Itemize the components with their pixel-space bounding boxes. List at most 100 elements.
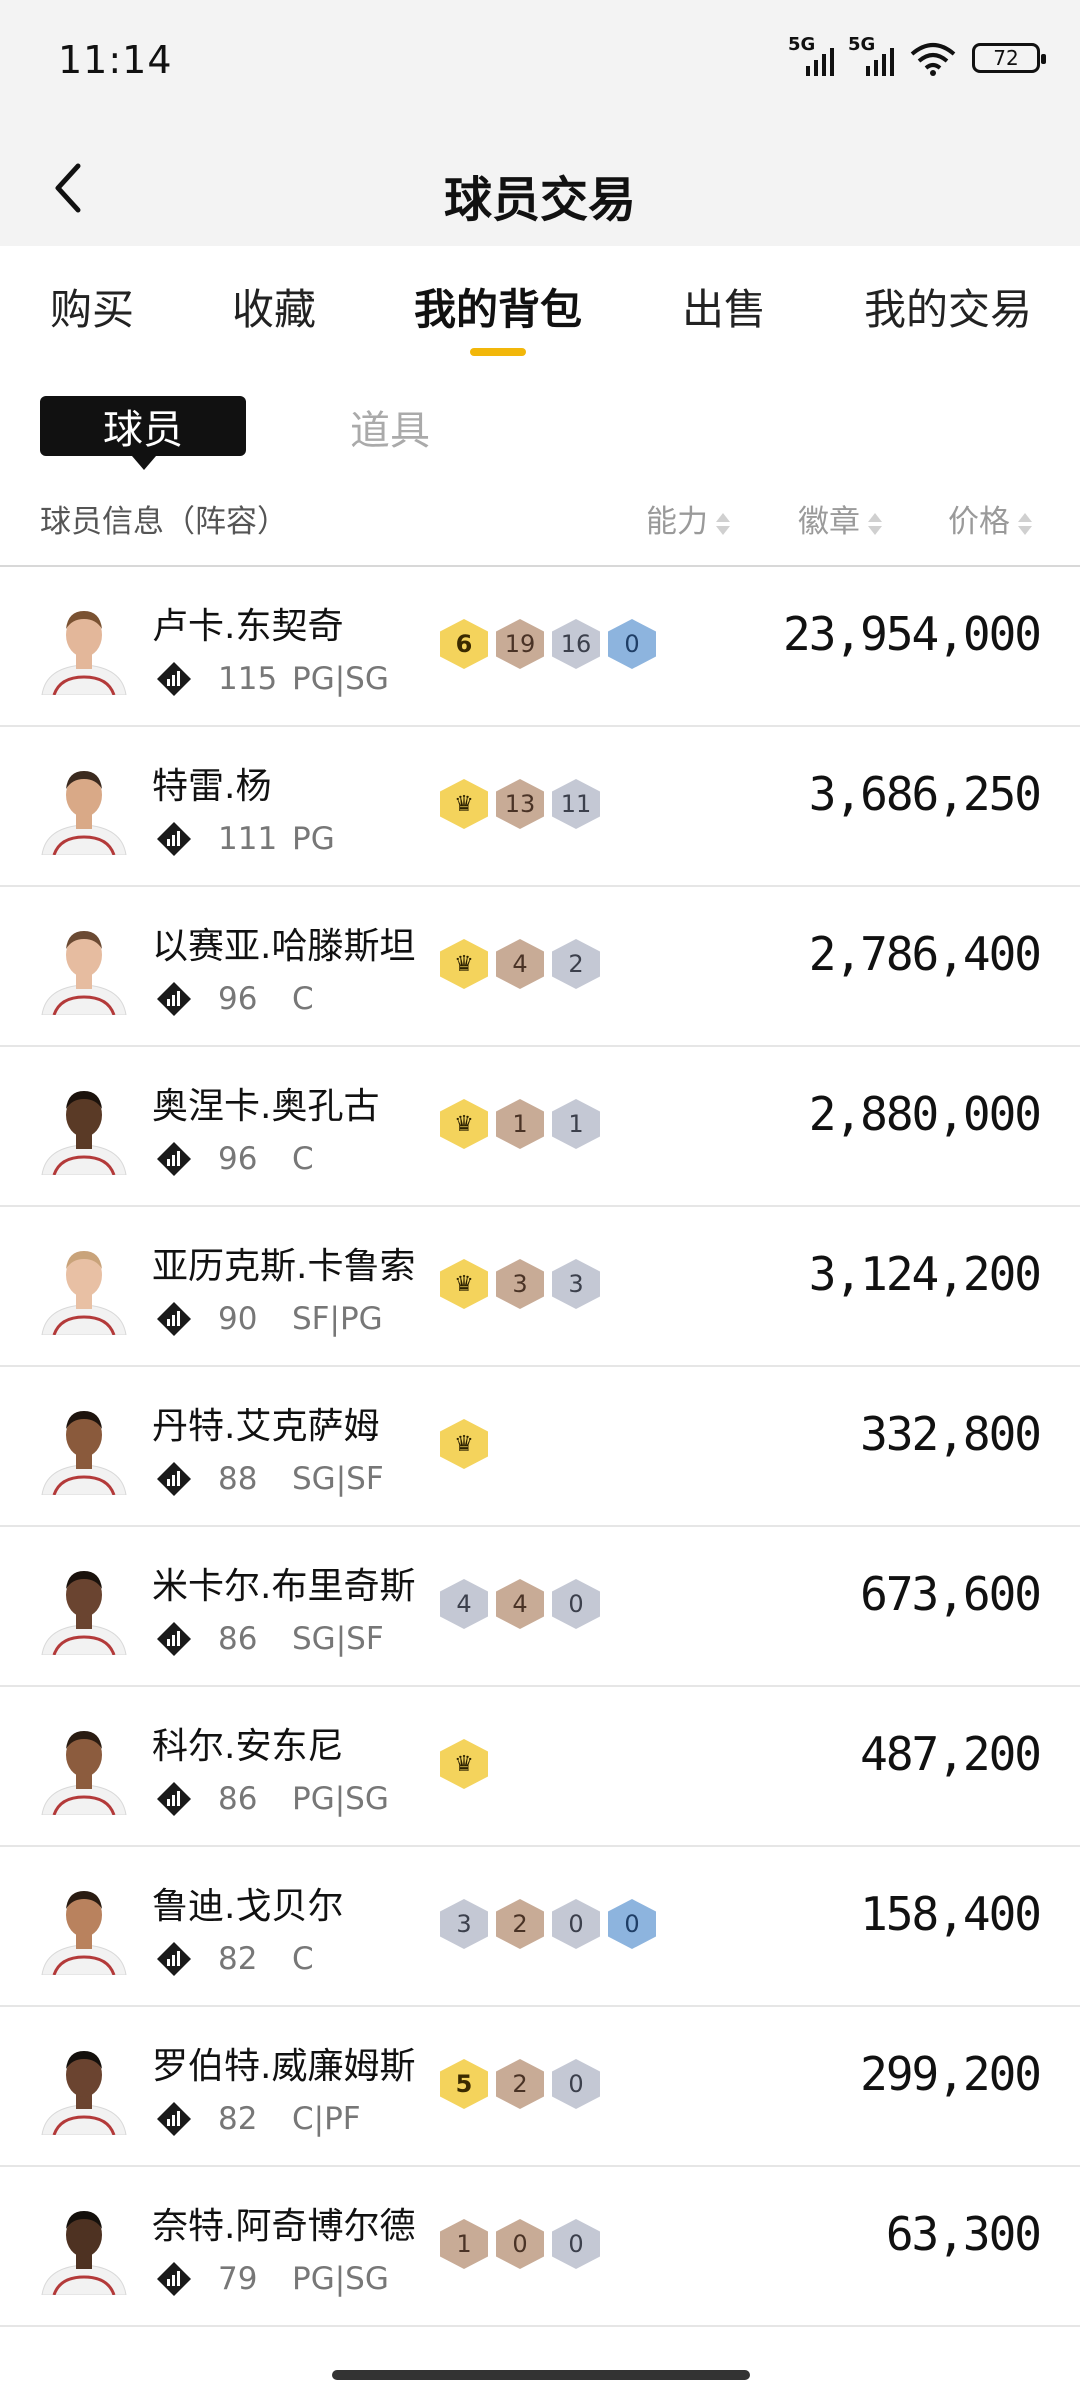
player-row[interactable]: 科尔.安东尼 86 PG|SG ♛ 487,200 [0,1687,1080,1847]
player-avatar [41,1571,127,1655]
player-avatar [41,2211,127,2295]
rating-diamond-icon [157,2262,191,2296]
player-row[interactable]: 卢卡.东契奇 115 PG|SG 6 19 16 0 23,954,000 [0,567,1080,727]
app-header: 球员交易 [0,128,1080,246]
player-position: PG|SG [292,2261,389,2297]
player-row[interactable]: 亚历克斯.卡鲁索 90 SF|PG ♛ 3 3 3,124,200 [0,1207,1080,1367]
player-position: C [292,1941,314,1977]
player-position: SG|SF [292,1461,384,1497]
rating-diamond-icon [157,1622,191,1656]
player-row[interactable]: 奈特.阿奇博尔德 79 PG|SG 1 0 0 63,300 [0,2167,1080,2327]
sort-icon [1018,511,1032,537]
home-indicator[interactable] [332,2370,750,2380]
player-price: 673,600 [860,1567,1042,1621]
player-overall: 96 [218,1141,258,1177]
badge-bronze: 13 [496,779,544,829]
subtab-items[interactable]: 道具 [350,398,430,456]
crown-badge-icon: ♛ [440,1259,488,1309]
active-tab-indicator [470,348,526,356]
badge-bronze: 3 [496,1259,544,1309]
player-name: 科尔.安东尼 [152,1726,344,1767]
player-position: PG|SG [292,661,389,697]
player-avatar [41,1731,127,1815]
player-badges: ♛ [440,1739,488,1789]
tab-favorites[interactable]: 收藏 [232,276,316,337]
player-price: 2,880,000 [808,1087,1042,1141]
status-time: 11:14 [58,38,173,82]
player-price: 3,686,250 [808,767,1042,821]
column-player-info: 球员信息（阵容） [40,504,288,540]
player-price: 158,400 [860,1887,1042,1941]
player-row[interactable]: 丹特.艾克萨姆 88 SG|SF ♛ 332,800 [0,1367,1080,1527]
badge-bronze: 1 [440,2219,488,2269]
badge-silver: 2 [552,939,600,989]
sort-price-label: 价格 [948,504,1010,540]
player-price: 2,786,400 [808,927,1042,981]
tab-my-trades[interactable]: 我的交易 [864,276,1032,337]
player-position: C [292,981,314,1017]
rating-diamond-icon [157,1302,191,1336]
player-avatar [41,1251,127,1335]
player-overall: 111 [218,821,278,857]
player-name: 罗伯特.威廉姆斯 [152,2046,416,2087]
sort-ability-label: 能力 [646,504,708,540]
player-name: 奈特.阿奇博尔德 [152,2206,416,2247]
player-badges: 100 [440,2219,600,2269]
player-overall: 88 [218,1461,258,1497]
player-overall: 86 [218,1781,258,1817]
badge-silver: 0 [552,1899,600,1949]
status-icons: 5G 5G 72 [788,34,1046,76]
status-bar: 11:14 5G 5G 72 [0,0,1080,128]
player-price: 487,200 [860,1727,1042,1781]
player-position: C [292,1141,314,1177]
badge-bronze: 1 [496,1099,544,1149]
player-name: 以赛亚.哈滕斯坦 [152,926,416,967]
player-badges: 3200 [440,1899,656,1949]
player-name: 奥涅卡.奥孔古 [152,1086,380,1127]
player-avatar [41,2051,127,2135]
player-name: 米卡尔.布里奇斯 [152,1566,416,1607]
player-row[interactable]: 以赛亚.哈滕斯坦 96 C ♛ 4 2 2,786,400 [0,887,1080,1047]
player-avatar [41,931,127,1015]
sort-badges[interactable]: 徽章 [798,496,882,541]
rating-diamond-icon [157,1462,191,1496]
player-row[interactable]: 特雷.杨 111 PG ♛ 13 11 3,686,250 [0,727,1080,887]
badge-silver: 0 [552,2059,600,2109]
player-row[interactable]: 罗伯特.威廉姆斯 82 C|PF 5 2 0 299,200 [0,2007,1080,2167]
player-name: 亚历克斯.卡鲁索 [152,1246,416,1287]
network-type-label: 5G [788,34,816,55]
player-overall: 115 [218,661,278,697]
rating-diamond-icon [157,822,191,856]
player-badges: ♛ [440,1419,488,1469]
player-badges: ♛ 13 11 [440,779,600,829]
player-avatar [41,1891,127,1975]
column-header: 球员信息（阵容） 能力 徽章 价格 [0,490,1080,550]
player-overall: 82 [218,2101,258,2137]
player-row[interactable]: 鲁迪.戈贝尔 82 C 3 2 0 0 158,400 [0,1847,1080,2007]
tab-buy[interactable]: 购买 [50,276,134,337]
player-list: 卢卡.东契奇 115 PG|SG 6 19 16 0 23,954,000 特雷.杨 111 PG ♛… [0,567,1080,2327]
player-name: 丹特.艾克萨姆 [152,1406,380,1447]
player-avatar [41,611,127,695]
player-overall: 90 [218,1301,258,1337]
badge-silver: 0 [552,2219,600,2269]
player-position: PG|SG [292,1781,389,1817]
player-row[interactable]: 奥涅卡.奥孔古 96 C ♛ 1 1 2,880,000 [0,1047,1080,1207]
badge-silver: 16 [552,619,600,669]
player-badges: 6 19 16 0 [440,619,656,669]
player-badges: 520 [440,2059,600,2109]
subtab-players[interactable]: 球员 [40,396,246,470]
main-tabs: 购买 收藏 我的背包 出售 我的交易 [0,270,1080,360]
tab-my-backpack[interactable]: 我的背包 [414,276,582,337]
sort-price[interactable]: 价格 [948,496,1032,541]
crown-badge-icon: ♛ [440,1419,488,1469]
player-avatar [41,1091,127,1175]
rating-diamond-icon [157,1142,191,1176]
sort-ability[interactable]: 能力 [646,496,730,541]
wifi-icon [910,43,956,76]
tab-sell[interactable]: 出售 [682,276,766,337]
badge-silver: 3 [552,1259,600,1309]
player-row[interactable]: 米卡尔.布里奇斯 86 SG|SF 4 4 0 673,600 [0,1527,1080,1687]
player-badges: 440 [440,1579,600,1629]
badge-bronze: 2 [496,1899,544,1949]
